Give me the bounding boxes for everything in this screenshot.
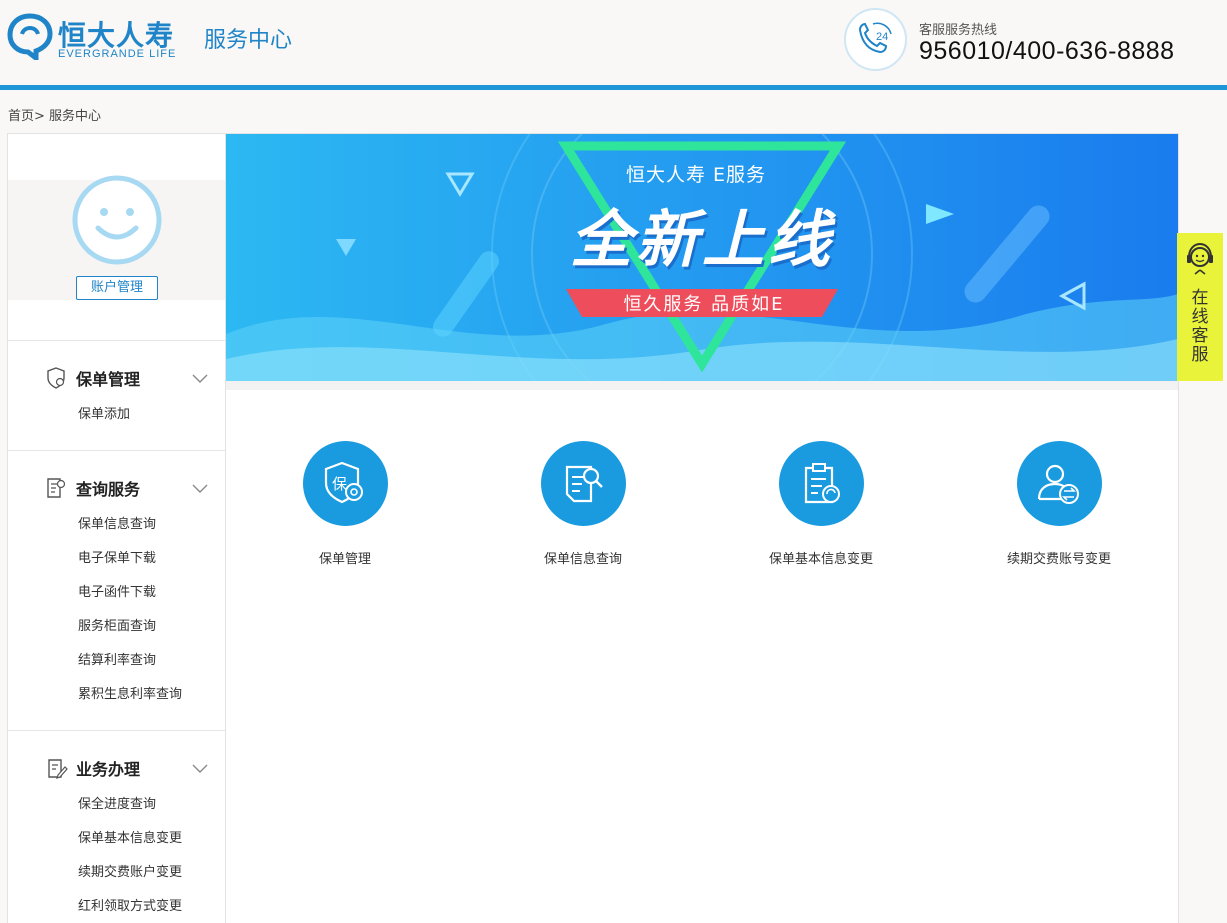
menu-item-dividend-method-change[interactable]: 红利领取方式变更 [78,895,182,914]
business-edit-icon [48,759,68,779]
online-service-button[interactable]: 在线客服 [1177,233,1223,381]
menu-section-query: 查询服务 保单信息查询 电子保单下载 电子函件下载 服务柜面查询 结算利率查询 … [8,450,225,730]
menu-section-policy: 保单管理 保单添加 [8,340,225,450]
quick-link-renewal-account-change[interactable]: 续期交费账号变更 [979,441,1139,567]
user-exchange-icon [1016,441,1102,526]
menu-item-renewal-account-change[interactable]: 续期交费账户变更 [78,861,182,880]
menu-item-settlement-rate-query[interactable]: 结算利率查询 [78,649,156,668]
menu-item-counter-query[interactable]: 服务柜面查询 [78,615,156,634]
quick-link-basic-info-change[interactable]: 保单基本信息变更 [741,441,901,567]
hotline-number: 956010/400-636-8888 [919,37,1175,65]
banner-subline: 恒久服务 品质如E [623,294,785,315]
logo-english-name: EVERGRANDE LIFE [58,48,177,60]
menu-title-policy: 保单管理 [76,370,141,389]
banner-divider [226,381,1178,390]
header-divider [0,85,1227,90]
smiley-avatar-icon [72,175,162,265]
menu-section-business: 业务办理 保全进度查询 保单基本信息变更 续期交费账户变更 红利领取方式变更 [8,730,225,923]
menu-head-query[interactable]: 查询服务 [44,476,140,500]
clipboard-refresh-icon [778,441,864,526]
account-management-button[interactable]: 账户管理 [76,276,158,300]
hotline-badge: 24 [876,31,888,43]
document-search-icon [540,441,626,526]
site-title: 服务中心 [204,28,293,53]
menu-title-query: 查询服务 [76,480,141,499]
chevron-down-icon[interactable] [192,484,208,494]
menu-item-preservation-progress[interactable]: 保全进度查询 [78,793,156,812]
promo-banner[interactable]: 恒大人寿 E服务 全新上线 恒久服务 品质如E [226,134,1178,381]
quick-link-policy-info-query[interactable]: 保单信息查询 [503,441,663,567]
profile-area: 账户管理 [8,175,225,300]
chevron-down-icon[interactable] [192,764,208,774]
hotline-phone-icon: 24 [844,8,907,71]
breadcrumb[interactable]: 首页> 服务中心 [8,105,101,124]
banner-headline: 全新上线 [569,203,834,276]
quick-link-label: 保单管理 [318,552,371,567]
hotline-label: 客服服务热线 [919,23,998,38]
quick-link-policy-management[interactable]: 保 保单管理 [265,441,425,567]
menu-item-policy-info-query[interactable]: 保单信息查询 [78,513,156,532]
query-document-icon [47,478,66,498]
header: 恒大人寿 EVERGRANDE LIFE 服务中心 24 客服服务热线 9560… [0,0,1227,86]
sidebar: 账户管理 保单管理 保单添加 查询服务 保单信息查询 电子保单下载 电子函件下载… [7,133,226,923]
menu-title-business: 业务办理 [76,760,141,779]
policy-shield-icon: 保 [302,441,388,526]
banner-tag: 恒大人寿 E服务 [626,164,767,186]
headset-agent-icon [1187,242,1213,275]
evergrande-logo-icon [7,13,53,60]
online-service-label: 在线客服 [1191,288,1209,365]
menu-item-e-letter-download[interactable]: 电子函件下载 [78,581,156,600]
menu-head-business[interactable]: 业务办理 [44,756,140,780]
main-content: 恒大人寿 E服务 全新上线 恒久服务 品质如E 保 保单管理 保单信息查询 保单… [226,133,1179,923]
svg-text:保: 保 [332,475,347,493]
chevron-down-icon[interactable] [192,374,208,384]
quick-link-label: 保单基本信息变更 [768,552,873,567]
menu-item-e-policy-download[interactable]: 电子保单下载 [78,547,156,566]
policy-shield-icon [47,367,65,389]
menu-item-policy-add[interactable]: 保单添加 [78,403,130,422]
quick-link-label: 续期交费账号变更 [1006,552,1111,567]
menu-item-basic-info-change[interactable]: 保单基本信息变更 [78,827,182,846]
menu-head-policy[interactable]: 保单管理 [44,366,140,390]
logo[interactable]: 恒大人寿 EVERGRANDE LIFE [6,10,196,62]
menu-item-accumulated-rate-query[interactable]: 累积生息利率查询 [78,683,182,702]
quick-link-label: 保单信息查询 [543,552,622,567]
